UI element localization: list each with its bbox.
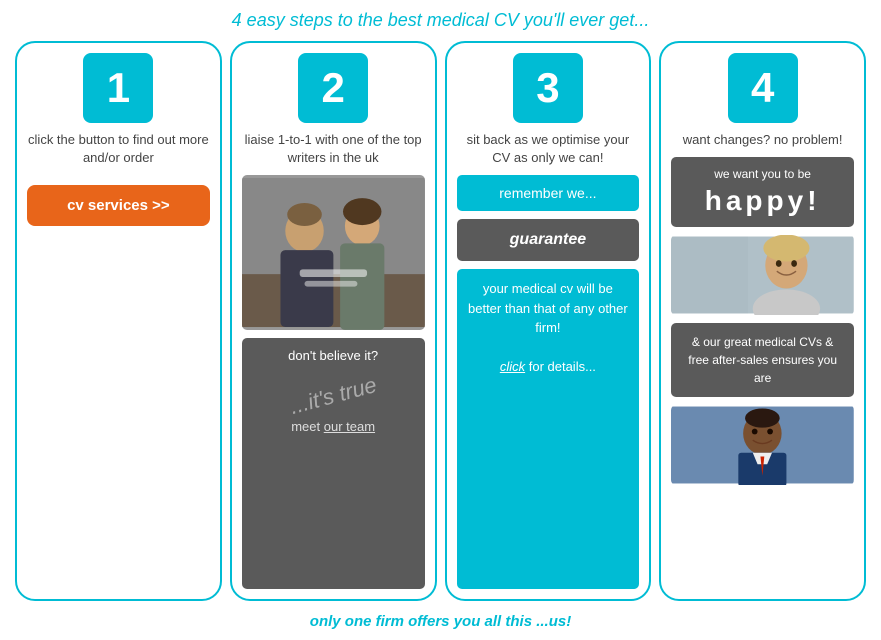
click-link[interactable]: click	[500, 359, 525, 374]
man-photo	[671, 405, 854, 485]
click-details-text: click for details...	[467, 357, 630, 377]
column-4: 4 want changes? no problem! we want you …	[659, 41, 866, 601]
cv-promise-box: your medical cv will be better than that…	[457, 269, 640, 589]
col2-photo	[242, 175, 425, 330]
our-team-link[interactable]: our team	[324, 419, 375, 434]
we-want-text: we want you to be	[681, 167, 844, 181]
page-title: 4 easy steps to the best medical CV you'…	[10, 10, 871, 31]
step-2-number: 2	[298, 53, 368, 123]
happy-text: happy!	[681, 185, 844, 217]
step-1-desc: click the button to find out more and/or…	[27, 131, 210, 167]
and-our-box: & our great medical CVs & free after-sal…	[671, 323, 854, 397]
woman-photo	[671, 235, 854, 315]
column-2: 2 liaise 1-to-1 with one of the top writ…	[230, 41, 437, 601]
footer-text: only one firm offers you all this ...us!	[10, 613, 871, 630]
guarantee-box: guarantee	[457, 219, 640, 261]
column-1: 1 click the button to find out more and/…	[15, 41, 222, 601]
column-3: 3 sit back as we optimise your CV as onl…	[445, 41, 652, 601]
dont-believe-text: don't believe it?	[252, 348, 415, 363]
step-1-number: 1	[83, 53, 153, 123]
step-2-desc: liaise 1-to-1 with one of the top writer…	[242, 131, 425, 167]
remember-box: remember we...	[457, 175, 640, 211]
col2-dark-box: don't believe it? ...it's true meet our …	[242, 338, 425, 589]
cv-services-button[interactable]: cv services >>	[27, 185, 210, 226]
happy-box: we want you to be happy!	[671, 157, 854, 227]
step-4-number: 4	[728, 53, 798, 123]
cv-promise-text: your medical cv will be better than that…	[467, 279, 630, 338]
step-4-desc: want changes? no problem!	[683, 131, 843, 149]
step-3-number: 3	[513, 53, 583, 123]
columns-wrapper: 1 click the button to find out more and/…	[10, 41, 871, 601]
step-3-desc: sit back as we optimise your CV as only …	[457, 131, 640, 167]
